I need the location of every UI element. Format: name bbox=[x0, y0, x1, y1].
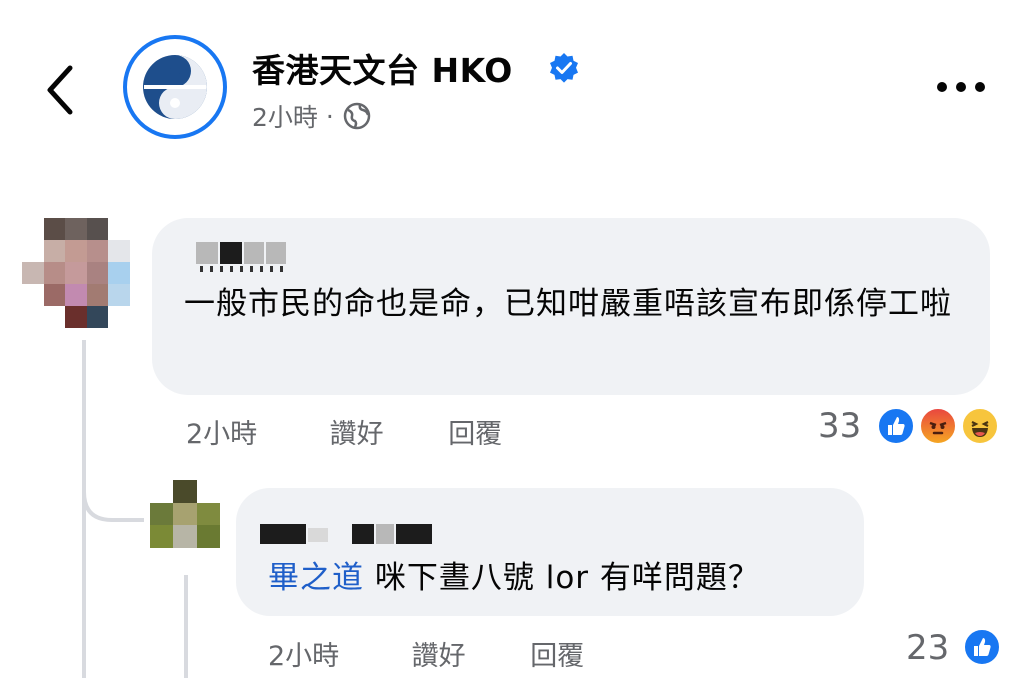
globe-icon bbox=[343, 102, 371, 130]
angry-reaction-icon bbox=[918, 406, 958, 446]
reply-actions: 2小時 讚好 回覆 bbox=[268, 634, 584, 673]
more-dots-icon bbox=[937, 82, 985, 92]
author-name-redacted[interactable] bbox=[196, 242, 286, 272]
redaction-block bbox=[260, 524, 306, 544]
comment-actions: 2小時 讚好 回覆 bbox=[186, 412, 502, 451]
reaction-count[interactable]: 23 bbox=[906, 628, 949, 668]
reply-text: 畢之道 咪下晝八號 lor 有咩問題？ bbox=[268, 556, 760, 601]
post-meta: 2小時 · bbox=[252, 98, 372, 134]
reply-button[interactable]: 回覆 bbox=[448, 412, 502, 451]
redaction-block bbox=[308, 528, 328, 542]
chevron-left-icon bbox=[47, 65, 73, 115]
reply-commenter-avatar[interactable] bbox=[150, 480, 220, 548]
like-reaction-icon bbox=[876, 406, 916, 446]
haha-reaction-icon bbox=[960, 406, 1000, 446]
reactions-summary[interactable] bbox=[876, 404, 1006, 450]
page-name[interactable]: 香港天文台 HKO bbox=[252, 44, 513, 92]
hko-logo-icon bbox=[143, 55, 207, 119]
comment-time[interactable]: 2小時 bbox=[186, 412, 321, 451]
reply-author-name-redacted[interactable] bbox=[260, 524, 432, 546]
reply-time[interactable]: 2小時 bbox=[268, 634, 403, 673]
commenter-avatar[interactable] bbox=[22, 218, 130, 328]
reply-bubble: 畢之道 咪下晝八號 lor 有咩問題？ bbox=[236, 488, 864, 616]
like-button[interactable]: 讚好 bbox=[330, 412, 440, 451]
reaction-count[interactable]: 33 bbox=[818, 406, 861, 446]
reply-body: 咪下晝八號 lor 有咩問題？ bbox=[374, 560, 760, 596]
page-avatar[interactable] bbox=[123, 35, 227, 139]
post-time[interactable]: 2小時 bbox=[252, 98, 318, 134]
mention-link[interactable]: 畢之道 bbox=[268, 560, 364, 596]
redaction-block bbox=[220, 242, 242, 264]
reply-thread-line bbox=[184, 575, 188, 678]
verified-badge-icon bbox=[548, 52, 580, 84]
redaction-block bbox=[244, 242, 264, 264]
like-button[interactable]: 讚好 bbox=[412, 634, 522, 673]
like-reaction-icon[interactable] bbox=[962, 627, 1002, 667]
redaction-block bbox=[196, 242, 218, 264]
comment-text: 一般市民的命也是命，已知咁嚴重唔該宣布即係停工啦 bbox=[184, 286, 952, 322]
redaction-block bbox=[266, 242, 286, 264]
back-button[interactable] bbox=[40, 60, 84, 120]
redaction-block bbox=[352, 524, 374, 544]
thread-connector bbox=[82, 470, 144, 522]
comment-bubble: 一般市民的命也是命，已知咁嚴重唔該宣布即係停工啦 bbox=[152, 218, 990, 395]
reply-button[interactable]: 回覆 bbox=[530, 634, 584, 673]
redaction-residue bbox=[200, 266, 286, 272]
more-options-button[interactable] bbox=[932, 72, 990, 102]
redaction-block bbox=[396, 524, 432, 544]
redaction-block bbox=[376, 524, 394, 544]
meta-separator: · bbox=[325, 101, 334, 131]
